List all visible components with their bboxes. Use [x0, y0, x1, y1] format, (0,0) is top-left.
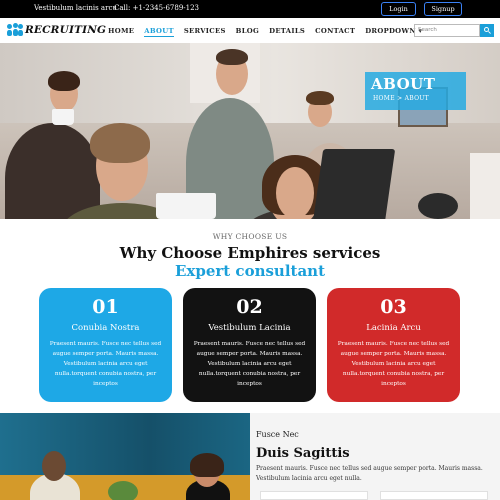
- info-title: Duis Sagittis: [256, 446, 350, 461]
- info-tab-2: [380, 491, 488, 500]
- feature-card-3: 03 Lacinia Arcu Praesent mauris. Fusce n…: [327, 288, 460, 402]
- info-tab-1: [260, 491, 368, 500]
- login-button[interactable]: Login: [381, 2, 416, 16]
- address-text: Vestibulum lacinis arcu: [34, 4, 117, 12]
- card-number: 02: [236, 296, 263, 318]
- nav-menu: HOME ABOUT SERVICES BLOG DETAILS CONTACT…: [108, 27, 432, 37]
- nav-item-about[interactable]: ABOUT: [144, 27, 174, 37]
- site-logo[interactable]: RECRUITING: [7, 22, 106, 38]
- feature-card-1: 01 Conubia Nostra Praesent mauris. Fusce…: [39, 288, 172, 402]
- laptop-image: [312, 149, 396, 219]
- card-title: Conubia Nostra: [71, 323, 140, 333]
- people-icon: [7, 23, 23, 37]
- search-input[interactable]: Search: [414, 24, 480, 37]
- section-kicker: WHY CHOOSE US: [212, 232, 288, 241]
- info-section: Fusce Nec Duis Sagittis Praesent mauris.…: [250, 413, 500, 500]
- breadcrumb: HOME > ABOUT: [373, 95, 429, 102]
- nav-item-home[interactable]: HOME: [108, 27, 134, 37]
- section-subtitle: Expert consultant: [174, 262, 326, 280]
- nav-item-services[interactable]: SERVICES: [184, 27, 226, 37]
- card-text: Praesent mauris. Fusce nec tellus sed au…: [193, 341, 306, 387]
- nav-item-details[interactable]: DETAILS: [269, 27, 305, 37]
- page-heading-box: ABOUT HOME > ABOUT: [365, 72, 466, 110]
- nav-item-contact[interactable]: CONTACT: [315, 27, 355, 37]
- card-title: Lacinia Arcu: [366, 323, 421, 333]
- top-bar: Vestibulum lacinis arcu Call: +1-2345-67…: [0, 0, 500, 18]
- card-text: Praesent mauris. Fusce nec tellus sed au…: [337, 341, 450, 387]
- section-title: Why Choose Emphires services: [119, 244, 381, 262]
- card-title: Vestibulum Lacinia: [208, 323, 291, 333]
- card-number: 03: [380, 296, 407, 318]
- feature-card-2: 02 Vestibulum Lacinia Praesent mauris. F…: [183, 288, 316, 402]
- info-kicker: Fusce Nec: [256, 430, 299, 439]
- phone-text: Call: +1-2345-6789-123: [114, 4, 199, 12]
- team-photo: [0, 413, 250, 500]
- page-title: ABOUT: [371, 75, 436, 93]
- info-text: Praesent mauris. Fusce nec tellus sed au…: [256, 465, 483, 482]
- signup-button[interactable]: Signup: [424, 2, 462, 16]
- card-number: 01: [92, 296, 119, 318]
- logo-text: RECRUITING: [25, 24, 107, 36]
- card-text: Praesent mauris. Fusce nec tellus sed au…: [49, 341, 162, 387]
- nav-item-blog[interactable]: BLOG: [236, 27, 259, 37]
- hero-banner: [0, 43, 500, 219]
- search-button[interactable]: [480, 24, 494, 37]
